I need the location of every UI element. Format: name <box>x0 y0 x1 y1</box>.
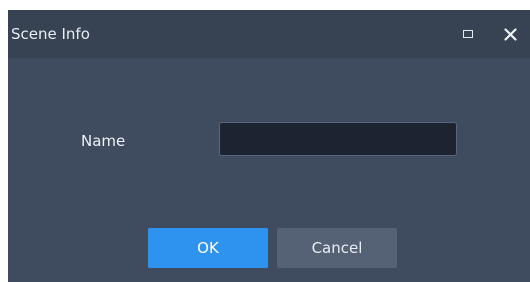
close-icon <box>503 27 517 41</box>
ok-button[interactable]: OK <box>148 228 268 268</box>
dialog-title: Scene Info <box>11 25 90 43</box>
name-label: Name <box>81 132 126 150</box>
dialog-content: Name OK Cancel <box>8 58 530 282</box>
maximize-icon <box>463 30 473 38</box>
background-strip <box>0 0 530 10</box>
name-input[interactable] <box>219 122 457 156</box>
close-button[interactable] <box>497 21 523 47</box>
maximize-button[interactable] <box>455 21 481 47</box>
cancel-button[interactable]: Cancel <box>277 228 397 268</box>
scene-info-dialog: Scene Info Name OK Cancel <box>8 10 530 282</box>
dialog-titlebar[interactable]: Scene Info <box>8 10 530 58</box>
